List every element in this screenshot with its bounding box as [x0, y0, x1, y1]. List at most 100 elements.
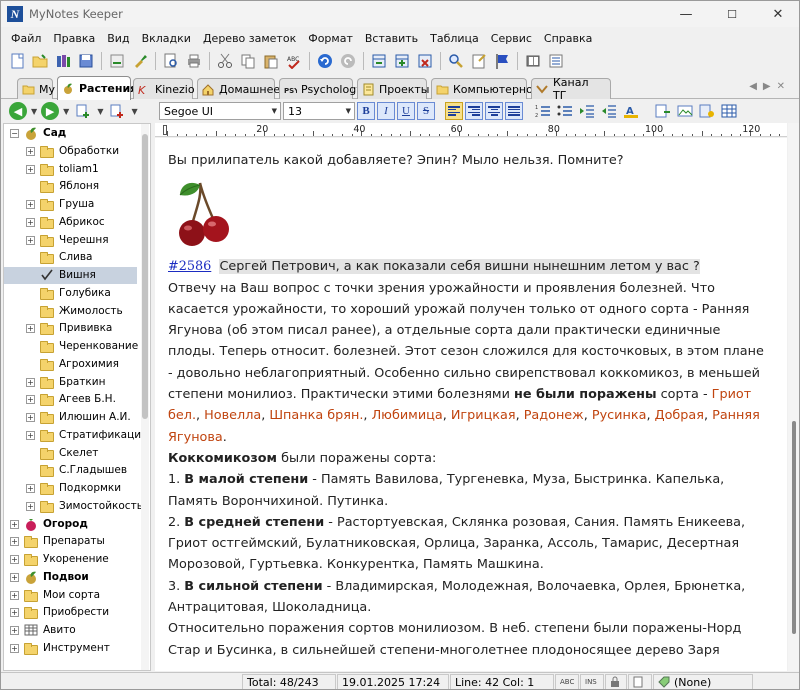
- expand-icon[interactable]: +: [26, 413, 35, 422]
- add-subnote-icon[interactable]: [107, 101, 127, 121]
- menu-item-4[interactable]: Дерево заметок: [197, 32, 302, 45]
- open-note-icon[interactable]: [469, 51, 489, 71]
- back-button[interactable]: ◀: [9, 102, 27, 120]
- menu-item-2[interactable]: Вид: [101, 32, 135, 45]
- open-folder-icon[interactable]: [30, 51, 50, 71]
- menu-item-0[interactable]: Файл: [5, 32, 47, 45]
- tree-node[interactable]: Слива: [4, 249, 137, 266]
- paste-icon[interactable]: [261, 51, 281, 71]
- underline-button[interactable]: U: [397, 102, 415, 120]
- ruler-indent-marker[interactable]: [163, 125, 167, 135]
- bullet-list-icon[interactable]: [555, 101, 575, 121]
- new-document-icon[interactable]: [7, 51, 27, 71]
- tree-node[interactable]: + Обработки: [4, 143, 137, 160]
- font-family-select[interactable]: Segoe UI ▼: [159, 102, 281, 120]
- tree-node[interactable]: + toliam1: [4, 161, 137, 178]
- tab-6[interactable]: Компьютерное: [431, 78, 540, 99]
- tree-node[interactable]: Скелет: [4, 445, 137, 462]
- tree-node[interactable]: Черенкование: [4, 338, 138, 355]
- tree-node[interactable]: + Мои сорта: [4, 587, 137, 604]
- tab-5[interactable]: Проекты: [357, 78, 430, 99]
- menu-item-7[interactable]: Таблица: [424, 32, 485, 45]
- italic-button[interactable]: I: [377, 102, 395, 120]
- expand-icon[interactable]: +: [26, 484, 35, 493]
- menu-item-6[interactable]: Вставить: [359, 32, 424, 45]
- align-center-button[interactable]: [485, 102, 503, 120]
- tree-node[interactable]: + Черешня: [4, 232, 137, 249]
- tree-node[interactable]: + Огород: [4, 516, 137, 533]
- search-icon[interactable]: [446, 51, 466, 71]
- strikethrough-button[interactable]: S: [417, 102, 435, 120]
- spellcheck-icon[interactable]: ABC: [284, 51, 304, 71]
- tree-node[interactable]: + Прививка: [4, 320, 137, 337]
- align-right-button[interactable]: [465, 102, 483, 120]
- note-content[interactable]: Вы прилипатель какой добавляете? Эпин? М…: [168, 150, 768, 661]
- print-icon[interactable]: [184, 51, 204, 71]
- save-as-icon[interactable]: [107, 51, 127, 71]
- print-preview-icon[interactable]: [161, 51, 181, 71]
- text-color-icon[interactable]: A: [621, 101, 641, 121]
- tree-node[interactable]: Жимолость: [4, 303, 137, 320]
- brush-icon[interactable]: [130, 51, 150, 71]
- delete-note-icon[interactable]: [415, 51, 435, 71]
- insert-note-icon[interactable]: [369, 51, 389, 71]
- tab-scroll-arrows[interactable]: ◀▶✕: [749, 81, 791, 92]
- expand-icon[interactable]: +: [26, 235, 35, 245]
- back-dropdown-icon[interactable]: ▼: [31, 107, 37, 116]
- tree-node[interactable]: + Груша: [4, 196, 137, 213]
- tree-node[interactable]: Агрохимия: [4, 356, 137, 373]
- tree-node[interactable]: + Приобрести: [4, 604, 137, 621]
- tree-node[interactable]: + Агеев Б.Н.: [4, 391, 137, 408]
- bold-button[interactable]: B: [357, 102, 375, 120]
- expand-icon[interactable]: +: [26, 146, 35, 156]
- insert-object-icon[interactable]: [697, 101, 717, 121]
- expand-icon[interactable]: +: [10, 572, 19, 582]
- tree-node[interactable]: + Илюшин А.И.: [4, 409, 137, 426]
- books-icon[interactable]: [53, 51, 73, 71]
- expand-icon[interactable]: +: [10, 519, 19, 529]
- add-dropdown-icon[interactable]: ▼: [97, 107, 103, 116]
- indent-decrease-icon[interactable]: [599, 101, 619, 121]
- expand-icon[interactable]: +: [26, 324, 35, 334]
- close-button[interactable]: ✕: [755, 1, 799, 27]
- add-note-icon[interactable]: [73, 101, 93, 121]
- expand-icon[interactable]: +: [10, 608, 19, 618]
- tree-node[interactable]: + Препараты: [4, 533, 137, 550]
- tree-node[interactable]: + Стратификация: [4, 427, 147, 444]
- tab-4[interactable]: PSY Psychology: [279, 78, 363, 99]
- tree-node[interactable]: + Браткин: [4, 374, 137, 391]
- tree-node[interactable]: + Укоренение: [4, 551, 137, 568]
- tree-node[interactable]: + Абрикос: [4, 214, 137, 231]
- indent-increase-icon[interactable]: [577, 101, 597, 121]
- expand-icon[interactable]: +: [26, 377, 35, 387]
- editor-scrollbar[interactable]: [788, 123, 799, 671]
- tree-scrollbar-thumb[interactable]: [142, 134, 148, 419]
- expand-icon[interactable]: +: [10, 537, 19, 547]
- cut-icon[interactable]: [215, 51, 235, 71]
- menu-item-5[interactable]: Формат: [302, 32, 359, 45]
- expand-icon[interactable]: +: [26, 217, 35, 227]
- maximize-button[interactable]: ☐: [709, 1, 755, 27]
- expand-icon[interactable]: +: [26, 395, 35, 405]
- tree-node[interactable]: + Инструмент: [4, 640, 137, 657]
- expand-icon[interactable]: +: [10, 555, 19, 564]
- tab-1[interactable]: Растения: [57, 76, 137, 100]
- title-bar[interactable]: N MyNotes Keeper — ☐ ✕: [1, 1, 799, 27]
- forward-button[interactable]: ▶: [41, 102, 60, 120]
- insert-link-icon[interactable]: [653, 101, 673, 121]
- insert-image-icon[interactable]: [675, 101, 695, 121]
- menu-item-1[interactable]: Правка: [47, 32, 101, 45]
- question-number-link[interactable]: #2586: [168, 259, 211, 274]
- expand-icon[interactable]: +: [10, 643, 19, 653]
- properties-icon[interactable]: [546, 51, 566, 71]
- tree-node[interactable]: Вишня: [4, 267, 137, 284]
- tab-2[interactable]: K Kinezio: [133, 78, 195, 99]
- menu-item-9[interactable]: Справка: [538, 32, 598, 45]
- tree-node[interactable]: + Авито: [4, 622, 137, 639]
- tree-node[interactable]: Голубика: [4, 285, 137, 302]
- expand-icon[interactable]: +: [26, 501, 35, 511]
- redo-icon[interactable]: [338, 51, 358, 71]
- menu-item-3[interactable]: Вкладки: [136, 32, 197, 45]
- font-size-select[interactable]: 13 ▼: [283, 102, 355, 120]
- note-tree[interactable]: − Сад + Обработки + toliam1 Яблоня + Груша + Абрик…: [3, 123, 151, 671]
